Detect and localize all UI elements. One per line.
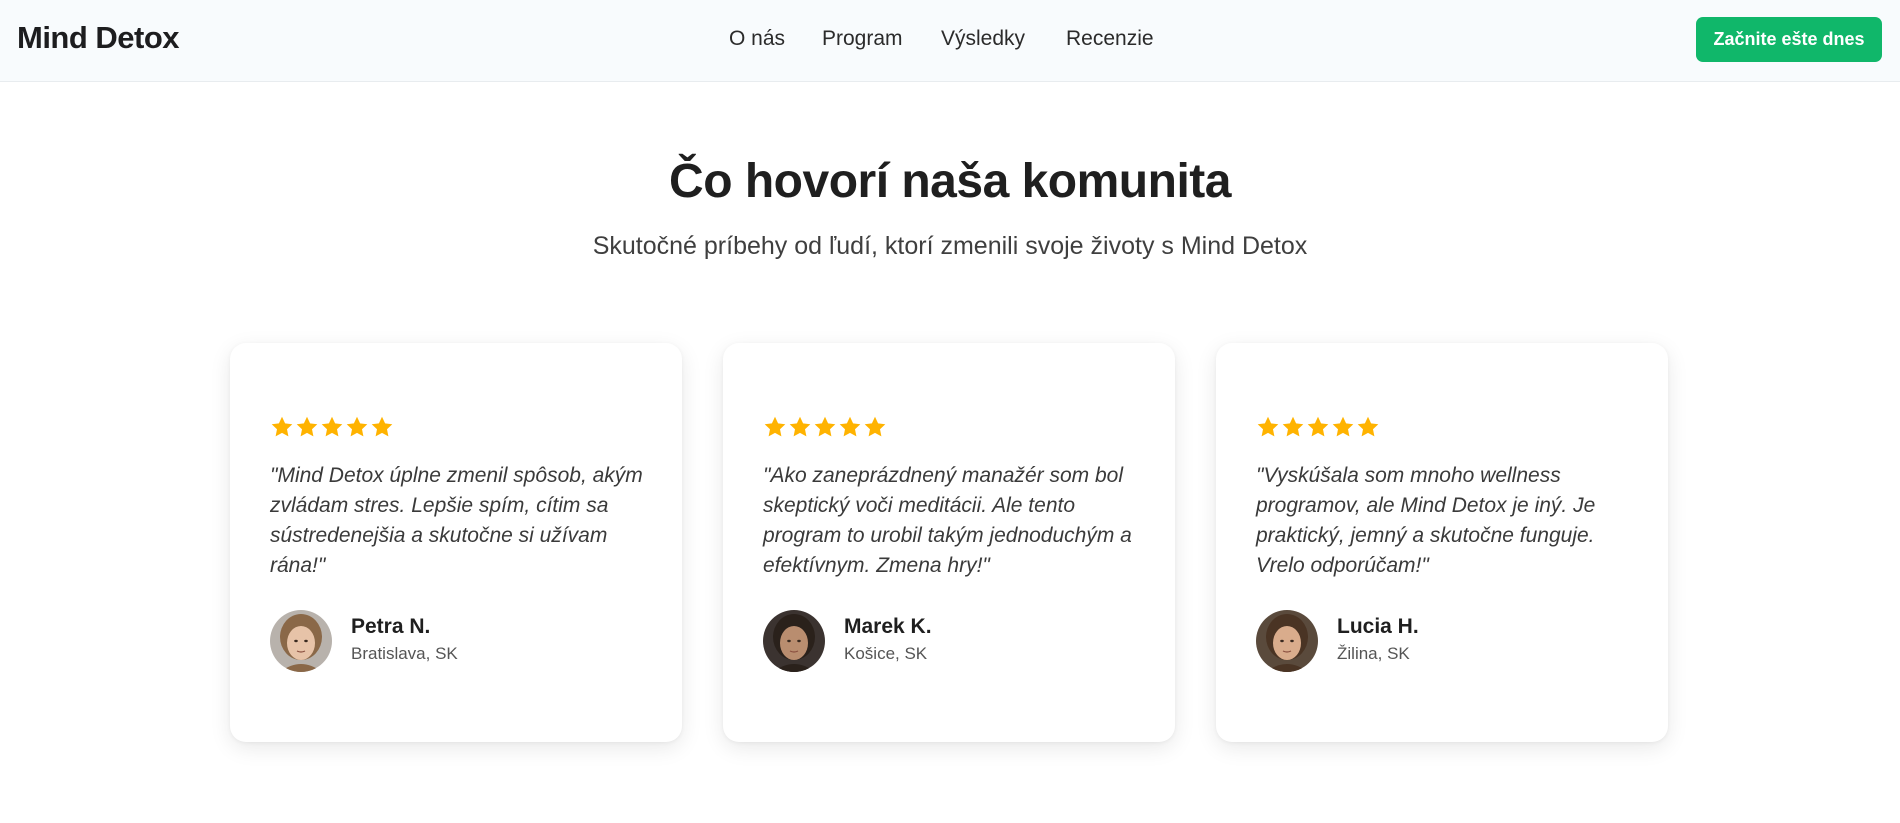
reviewer-name: Marek K. [844, 615, 932, 638]
reviewer-location: Bratislava, SK [351, 644, 458, 663]
star-icon [1357, 416, 1379, 437]
nav-link-vysledky[interactable]: Výsledky [941, 27, 1025, 51]
star-icon [764, 416, 786, 437]
testimonial-quote: "Ako zaneprázdnený manažér som bol skept… [763, 464, 1132, 577]
star-icon [789, 416, 811, 437]
star-icon [1332, 416, 1354, 437]
star-icon [321, 416, 343, 437]
star-rating [270, 415, 394, 439]
nav-link-o-nas[interactable]: O nás [729, 27, 785, 51]
navbar: Mind Detox O nás Program Výsledky Recenz… [0, 0, 1900, 82]
star-icon [839, 416, 861, 437]
avatar [1256, 610, 1318, 672]
star-icon [814, 416, 836, 437]
testimonial-card: "Ako zaneprázdnený manažér som bol skept… [723, 343, 1175, 742]
avatar [763, 610, 825, 672]
testimonial-quote: "Mind Detox úplne zmenil spôsob, akým zv… [270, 464, 643, 577]
testimonial-quote: "Vyskúšala som mnoho wellness programov,… [1256, 464, 1596, 577]
person-photo [1256, 610, 1318, 672]
star-icon [346, 416, 368, 437]
star-rating [1256, 415, 1380, 439]
person-photo [763, 610, 825, 672]
star-icon [1307, 416, 1329, 437]
star-icon [371, 416, 393, 437]
star-icon [864, 416, 886, 437]
section-subtitle: Skutočné príbehy od ľudí, ktorí zmenili … [592, 232, 1308, 260]
start-today-button[interactable]: Začnite ešte dnes [1696, 17, 1882, 62]
star-icon [1257, 416, 1279, 437]
person-photo [270, 610, 332, 672]
testimonial-card: "Mind Detox úplne zmenil spôsob, akým zv… [230, 343, 682, 742]
star-icon [296, 416, 318, 437]
reviewer-location: Žilina, SK [1337, 644, 1410, 663]
testimonial-card: "Vyskúšala som mnoho wellness programov,… [1216, 343, 1668, 742]
nav-link-program[interactable]: Program [822, 27, 903, 51]
reviewer-name: Lucia H. [1337, 615, 1419, 638]
star-icon [271, 416, 293, 437]
star-icon [1282, 416, 1304, 437]
star-rating [763, 415, 887, 439]
nav-link-recenzie[interactable]: Recenzie [1066, 27, 1154, 51]
reviewer-name: Petra N. [351, 615, 431, 638]
section-title: Čo hovorí naša komunita [669, 155, 1231, 208]
logo[interactable]: Mind Detox [17, 20, 180, 56]
avatar [270, 610, 332, 672]
reviewer-location: Košice, SK [844, 644, 928, 663]
